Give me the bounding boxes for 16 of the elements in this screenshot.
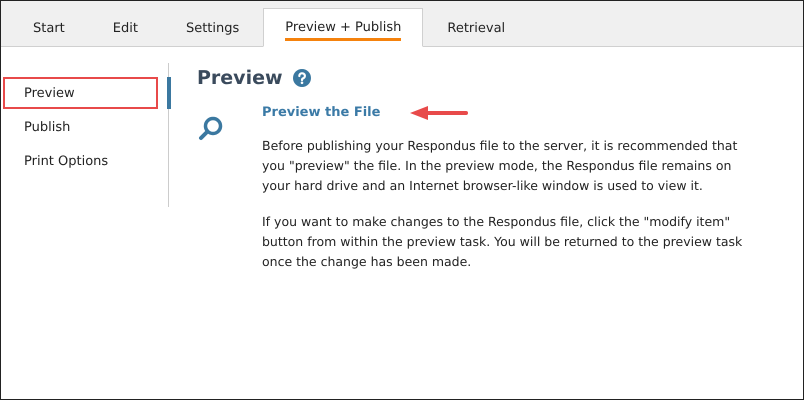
description-paragraph: If you want to make changes to the Respondus file, click the "modify item" button from within the preview task. You will be returned to the preview task once the change has been made. — [262, 213, 744, 271]
search-icon — [197, 115, 225, 143]
help-icon[interactable] — [292, 69, 311, 87]
sidebar-item[interactable]: Publish — [3, 111, 158, 143]
description-paragraph: Before publishing your Respondus file to the server, it is recommended that you "preview" the file. In the preview mode, the Respondus file remains on your hard drive and an Internet browser-like window is used to view it. — [262, 137, 738, 195]
tab[interactable]: Preview + Publish — [263, 8, 424, 47]
tab[interactable]: Edit — [88, 9, 162, 47]
selection-bar — [167, 77, 171, 109]
annotation-arrow — [410, 106, 468, 120]
tab[interactable]: Settings — [162, 9, 264, 47]
section-title: Preview — [197, 67, 283, 89]
task-link[interactable]: Preview the File — [262, 105, 380, 120]
tab[interactable]: Start — [9, 9, 89, 47]
tab[interactable]: Retrieval — [423, 9, 530, 47]
sidebar-item[interactable]: Print Options — [3, 145, 158, 177]
sidebar-item[interactable]: Preview — [3, 77, 158, 109]
